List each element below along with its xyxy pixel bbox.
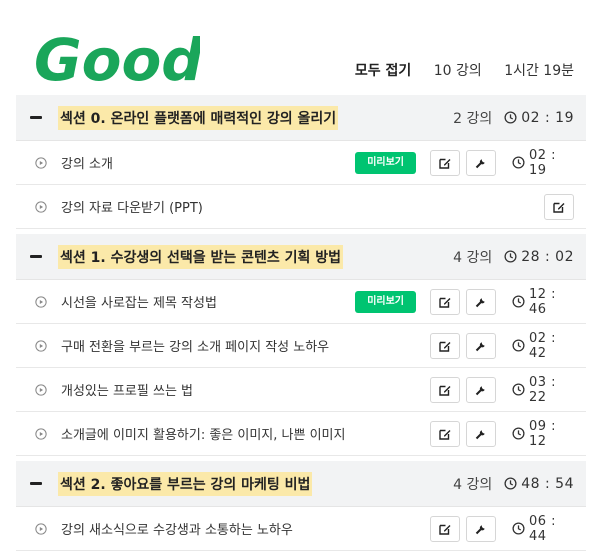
minus-icon[interactable] [30, 116, 42, 119]
lesson-time: 09 : 12 [529, 418, 557, 449]
section-time: 28 : 02 [521, 248, 574, 265]
clock-icon [512, 383, 525, 396]
clock-icon [512, 295, 525, 308]
play-circle-icon [35, 383, 47, 396]
clock-icon [504, 250, 517, 263]
lesson-row[interactable]: 구매 전환을 부르는 강의 소개 페이지 작성 노하우 02 : 42 [16, 324, 586, 368]
section-time: 02 : 19 [521, 109, 574, 126]
settings-button[interactable] [466, 149, 496, 176]
play-circle-icon [35, 427, 47, 440]
section-header[interactable]: 섹션 1. 수강생의 선택을 받는 콘텐츠 기획 방법 4 강의 28 : 02 [16, 234, 586, 280]
minus-icon[interactable] [30, 482, 42, 485]
settings-button[interactable] [466, 332, 496, 359]
wrench-icon [475, 341, 485, 351]
edit-button[interactable] [430, 420, 460, 447]
settings-button[interactable] [466, 420, 496, 447]
edit-icon [439, 341, 451, 352]
lesson-title[interactable]: 개성있는 프로필 쓰는 법 [61, 380, 193, 399]
wrench-icon [475, 158, 485, 168]
svg-text:Good!: Good! [34, 26, 200, 94]
lesson-title[interactable]: 소개글에 이미지 활용하기: 좋은 이미지, 나쁜 이미지 [61, 424, 345, 443]
edit-button[interactable] [430, 376, 460, 403]
settings-button[interactable] [466, 515, 496, 542]
lesson-row[interactable]: 강의 새소식으로 수강생과 소통하는 노하우 06 : 44 [16, 507, 586, 551]
section-time: 48 : 54 [521, 475, 574, 492]
lesson-time: 06 : 44 [529, 513, 557, 544]
edit-button[interactable] [430, 288, 460, 315]
edit-icon [439, 429, 451, 440]
total-time: 1시간 19분 [504, 63, 574, 79]
preview-button[interactable]: 미리보기 [355, 290, 416, 313]
clock-icon [504, 111, 517, 124]
lesson-title[interactable]: 강의 새소식으로 수강생과 소통하는 노하우 [61, 519, 293, 538]
edit-button[interactable] [430, 149, 460, 176]
section-lecture-count: 4 강의 [453, 249, 493, 266]
lesson-title[interactable]: 강의 자료 다운받기 (PPT) [61, 197, 203, 216]
settings-button[interactable] [466, 288, 496, 315]
section-lecture-count: 4 강의 [453, 476, 493, 493]
section-title: 섹션 0. 온라인 플랫폼에 매력적인 강의 올리기 [58, 105, 339, 130]
lesson-title[interactable]: 강의 소개 [61, 153, 113, 172]
lesson-row[interactable]: 강의 소개 미리보기 02 : 19 [16, 141, 586, 185]
curriculum-summary: 모두 접기 10 강의 1시간 19분 [337, 60, 574, 80]
preview-button[interactable]: 미리보기 [355, 151, 416, 174]
section-lecture-count: 2 강의 [453, 110, 493, 127]
lesson-row[interactable]: 소개글에 이미지 활용하기: 좋은 이미지, 나쁜 이미지 09 : 12 [16, 412, 586, 456]
play-circle-icon [35, 295, 47, 308]
wrench-icon [475, 524, 485, 534]
section-header[interactable]: 섹션 0. 온라인 플랫폼에 매력적인 강의 올리기 2 강의 02 : 19 [16, 95, 586, 141]
curriculum-list: 섹션 0. 온라인 플랫폼에 매력적인 강의 올리기 2 강의 02 : 19 … [16, 95, 586, 551]
edit-button[interactable] [430, 332, 460, 359]
clock-icon [512, 156, 525, 169]
collapse-all-button[interactable]: 모두 접기 [355, 63, 411, 79]
clock-icon [512, 339, 525, 352]
lesson-time: 02 : 42 [529, 330, 557, 361]
wrench-icon [475, 429, 485, 439]
edit-icon [439, 385, 451, 396]
clock-icon [504, 477, 517, 490]
clock-icon [512, 522, 525, 535]
lesson-time: 03 : 22 [529, 374, 557, 405]
play-circle-icon [35, 200, 47, 213]
edit-button[interactable] [430, 515, 460, 542]
edit-button[interactable] [544, 193, 574, 220]
lesson-row[interactable]: 개성있는 프로필 쓰는 법 03 : 22 [16, 368, 586, 412]
clock-icon [512, 427, 525, 440]
wrench-icon [475, 385, 485, 395]
section-title: 섹션 2. 좋아요를 부르는 강의 마케팅 비법 [58, 471, 313, 496]
wrench-icon [475, 297, 485, 307]
edit-icon [439, 158, 451, 169]
lesson-time: 02 : 19 [529, 147, 557, 178]
lesson-row[interactable]: 강의 자료 다운받기 (PPT) [16, 185, 586, 229]
lesson-title[interactable]: 시선을 사로잡는 제목 작성법 [61, 292, 217, 311]
lesson-row[interactable]: 시선을 사로잡는 제목 작성법 미리보기 12 : 46 [16, 280, 586, 324]
section-header[interactable]: 섹션 2. 좋아요를 부르는 강의 마케팅 비법 4 강의 48 : 54 [16, 461, 586, 507]
edit-icon [553, 202, 565, 213]
play-circle-icon [35, 156, 47, 169]
lesson-time: 12 : 46 [529, 286, 557, 317]
section-title: 섹션 1. 수강생의 선택을 받는 콘텐츠 기획 방법 [58, 244, 344, 269]
edit-icon [439, 297, 451, 308]
good-handwriting: Good! [34, 26, 200, 94]
total-lectures: 10 강의 [433, 63, 482, 79]
curriculum-page: Good! 모두 접기 10 강의 1시간 19분 섹션 0. 온라인 플랫폼에… [0, 0, 600, 551]
settings-button[interactable] [466, 376, 496, 403]
minus-icon[interactable] [30, 255, 42, 258]
lesson-title[interactable]: 구매 전환을 부르는 강의 소개 페이지 작성 노하우 [61, 336, 329, 355]
edit-icon [439, 524, 451, 535]
play-circle-icon [35, 522, 47, 535]
play-circle-icon [35, 339, 47, 352]
